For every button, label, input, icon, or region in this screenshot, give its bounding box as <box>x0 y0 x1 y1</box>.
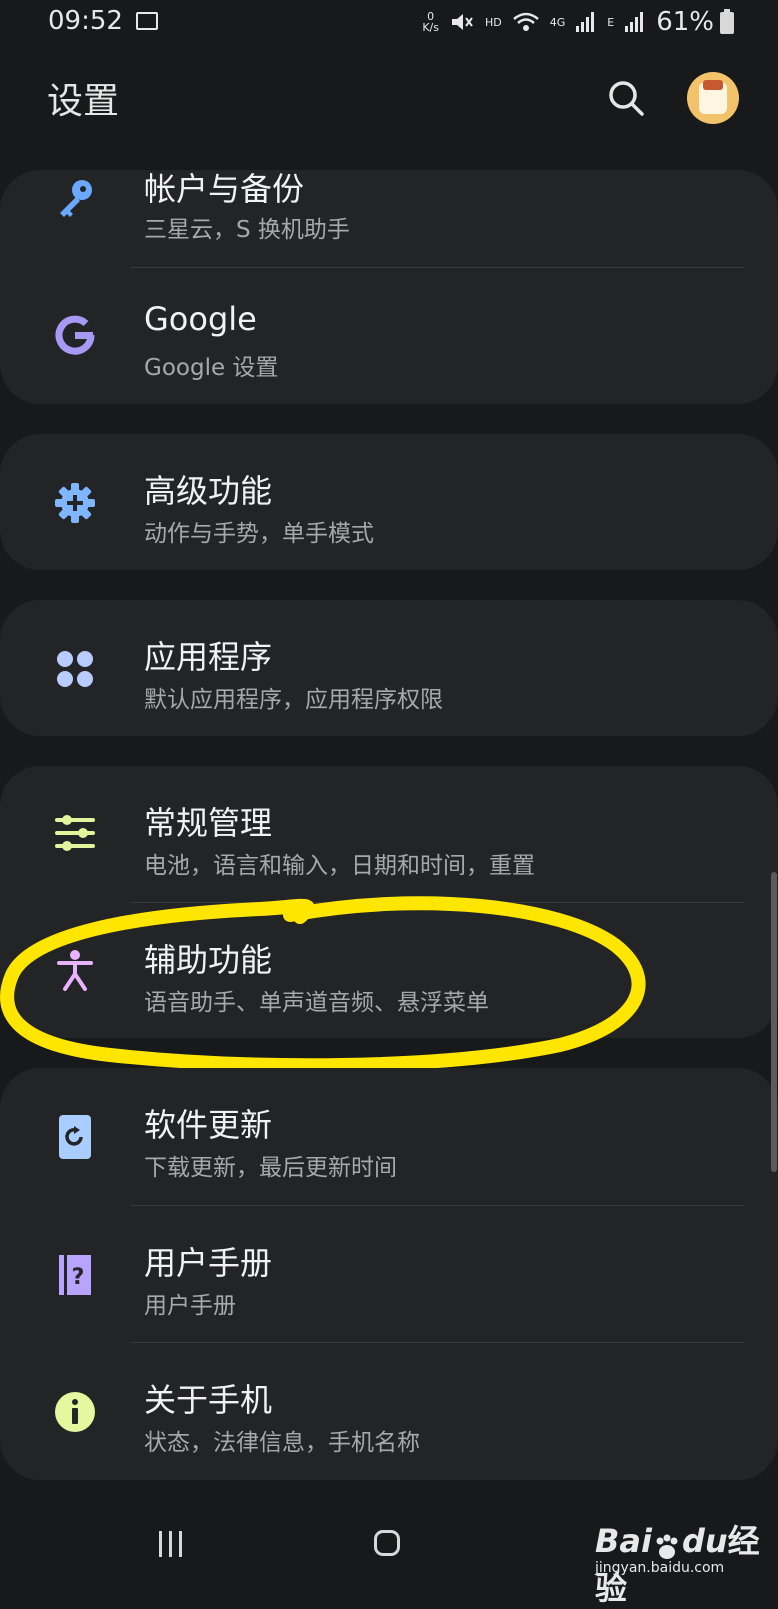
item-title: 用户手册 <box>144 1244 273 1282</box>
avatar[interactable] <box>687 72 739 124</box>
menu-item-apps[interactable]: 应用程序 默认应用程序，应用程序权限 <box>0 600 778 736</box>
item-title: 帐户与备份 <box>144 170 305 208</box>
status-bar: 09:52 0 K/s HD 4G E 61% <box>0 0 778 48</box>
net-e-label: E <box>607 15 615 29</box>
status-time: 09:52 <box>48 6 123 36</box>
net-4g-label: 4G <box>549 15 566 29</box>
watermark: Bai du经验 jingyan.baidu.com <box>595 1516 765 1607</box>
menu-item-accounts-backup[interactable]: 帐户与备份 三星云，S 换机助手 <box>0 162 778 266</box>
item-subtitle: 下载更新，最后更新时间 <box>144 1155 397 1181</box>
mute-icon <box>451 14 473 30</box>
accessibility-icon <box>50 945 100 995</box>
avatar-hair <box>703 80 723 90</box>
paw-icon <box>656 1534 678 1559</box>
key-icon <box>50 174 100 224</box>
gear-plus-icon <box>50 478 100 528</box>
watermark-brand: Bai <box>595 1522 652 1560</box>
watermark-brand-mid: du <box>681 1522 728 1560</box>
manual-icon: ? <box>50 1250 100 1300</box>
item-subtitle: Google 设置 <box>144 355 279 381</box>
signal-icon-2 <box>625 12 644 32</box>
item-subtitle: 状态，法律信息，手机名称 <box>144 1430 420 1456</box>
item-title: 常规管理 <box>144 804 273 842</box>
item-title: 辅助功能 <box>144 941 273 979</box>
item-subtitle: 动作与手势，单手模式 <box>144 521 374 547</box>
page-title: 设置 <box>47 81 120 122</box>
item-title: 软件更新 <box>144 1106 273 1144</box>
menu-item-google[interactable]: Google Google 设置 <box>0 268 778 404</box>
scrollbar[interactable] <box>771 872 777 1172</box>
net-speed: 0 K/s <box>422 10 439 34</box>
svg-text:?: ? <box>72 1265 85 1290</box>
signal-icon <box>576 12 595 32</box>
recent-apps-button[interactable] <box>154 1528 186 1560</box>
item-title: Google <box>144 300 257 338</box>
google-g-icon <box>50 310 100 360</box>
navigation-bar: Bai du经验 jingyan.baidu.com <box>0 1508 778 1607</box>
item-subtitle: 用户手册 <box>144 1293 236 1319</box>
hd-icon: HD <box>484 15 502 29</box>
update-icon <box>50 1112 100 1162</box>
item-title: 应用程序 <box>144 638 273 676</box>
menu-item-about-phone[interactable]: 关于手机 状态，法律信息，手机名称 <box>0 1343 778 1479</box>
battery-icon <box>720 9 734 34</box>
gallery-notification-icon <box>136 12 158 30</box>
wifi-icon <box>512 12 539 31</box>
menu-item-accessibility[interactable]: 辅助功能 语音助手、单声道音频、悬浮菜单 <box>0 903 778 1038</box>
item-title: 高级功能 <box>144 472 273 510</box>
sliders-icon <box>50 808 100 858</box>
menu-item-general-management[interactable]: 常规管理 电池，语言和输入，日期和时间，重置 <box>0 766 778 902</box>
status-icons: 0 K/s HD 4G E 61% <box>422 6 714 38</box>
menu-item-advanced-features[interactable]: 高级功能 动作与手势，单手模式 <box>0 434 778 570</box>
item-subtitle: 电池，语言和输入，日期和时间，重置 <box>144 853 535 879</box>
item-subtitle: 默认应用程序，应用程序权限 <box>144 687 443 713</box>
search-icon[interactable] <box>604 76 648 120</box>
item-subtitle: 语音助手、单声道音频、悬浮菜单 <box>144 990 489 1016</box>
watermark-url: jingyan.baidu.com <box>595 1560 725 1576</box>
info-icon <box>50 1387 100 1437</box>
home-button[interactable] <box>374 1530 400 1556</box>
battery-percent: 61% <box>656 7 714 37</box>
menu-item-user-manual[interactable]: ? 用户手册 用户手册 <box>0 1206 778 1342</box>
apps-grid-icon <box>50 644 100 694</box>
item-subtitle: 三星云，S 换机助手 <box>144 217 350 243</box>
item-title: 关于手机 <box>144 1381 273 1419</box>
menu-item-software-update[interactable]: 软件更新 下载更新，最后更新时间 <box>0 1068 778 1204</box>
